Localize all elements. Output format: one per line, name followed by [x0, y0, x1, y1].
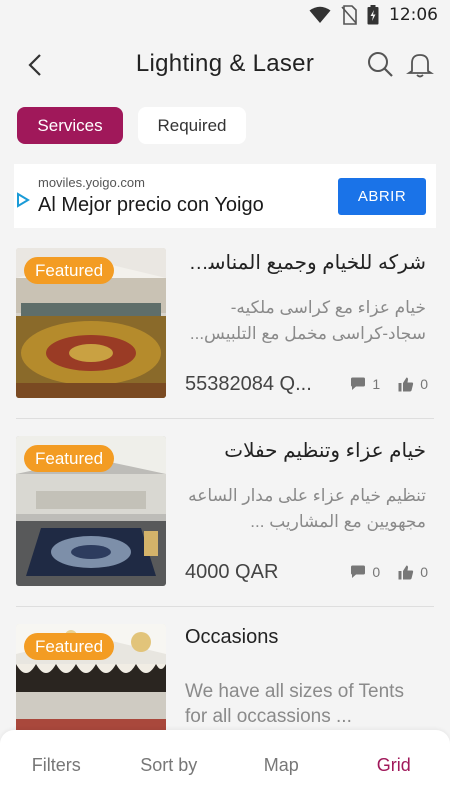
- list-item[interactable]: Featured شركه للخيام وجميع المناسب... خي…: [0, 245, 450, 433]
- listing-description: We have all sizes of Tents for all occas…: [185, 681, 404, 727]
- no-sim-icon: [341, 5, 357, 25]
- bell-icon: [406, 54, 434, 78]
- bottom-nav: Filters Sort by Map Grid: [0, 730, 450, 800]
- listing-type-tabs: Services Required: [17, 107, 246, 144]
- like-count: 0: [420, 376, 428, 392]
- like-count: 0: [420, 564, 428, 580]
- listing-image[interactable]: Featured: [16, 248, 166, 398]
- divider: [16, 418, 434, 419]
- comment-count: 1: [372, 376, 381, 392]
- comment-icon: [351, 565, 366, 578]
- listing-price: 4000 QAR: [185, 561, 279, 583]
- battery-icon: [367, 5, 379, 25]
- listing-list: Featured شركه للخيام وجميع المناسب... خي…: [0, 245, 450, 800]
- status-bar: 12:06: [0, 0, 450, 30]
- listing-stats: 0 0: [340, 564, 428, 580]
- like-icon: [398, 377, 414, 391]
- status-time: 12:06: [389, 5, 438, 25]
- map-button[interactable]: Map: [225, 730, 338, 800]
- ad-banner[interactable]: moviles.yoigo.com Al Mejor precio con Yo…: [14, 164, 436, 228]
- comment-icon: [351, 377, 366, 390]
- filters-button[interactable]: Filters: [0, 730, 113, 800]
- wifi-icon: [309, 6, 331, 23]
- comment-count: 0: [372, 564, 381, 580]
- listing-description: تنظيم خيام عزاء على مدار الساعه مجهويين …: [188, 486, 426, 531]
- listing-stats: 1 0: [340, 376, 428, 392]
- divider: [16, 606, 434, 607]
- ad-headline[interactable]: Al Mejor precio con Yoigo: [38, 194, 264, 217]
- listing-title[interactable]: خيام عزاء وتنظيم حفلات: [185, 438, 426, 463]
- listing-image[interactable]: Featured: [16, 436, 166, 586]
- like-icon: [398, 565, 414, 579]
- app-header: Lighting & Laser: [0, 30, 450, 100]
- sort-by-button[interactable]: Sort by: [113, 730, 226, 800]
- listing-title[interactable]: Occasions: [185, 626, 426, 649]
- listing-title[interactable]: شركه للخيام وجميع المناسب...: [185, 250, 426, 275]
- featured-badge: Featured: [24, 445, 115, 472]
- ad-choices-icon[interactable]: [16, 192, 30, 208]
- notifications-button[interactable]: [406, 50, 436, 80]
- listing-price: 55382084 Q...: [185, 373, 312, 395]
- tab-required[interactable]: Required: [138, 107, 246, 144]
- featured-badge: Featured: [24, 257, 115, 284]
- list-item[interactable]: Featured خيام عزاء وتنظيم حفلات تنظيم خي…: [0, 433, 450, 621]
- ad-domain: moviles.yoigo.com: [38, 175, 145, 190]
- grid-button[interactable]: Grid: [338, 730, 450, 800]
- tab-services[interactable]: Services: [17, 107, 123, 144]
- ad-open-button[interactable]: ABRIR: [338, 178, 426, 215]
- search-icon: [368, 52, 393, 77]
- featured-badge: Featured: [24, 633, 115, 660]
- listing-description: خيام عزاء مع كراسى ملكيه- سجاد-كراسى مخم…: [189, 298, 426, 343]
- search-button[interactable]: [366, 50, 396, 80]
